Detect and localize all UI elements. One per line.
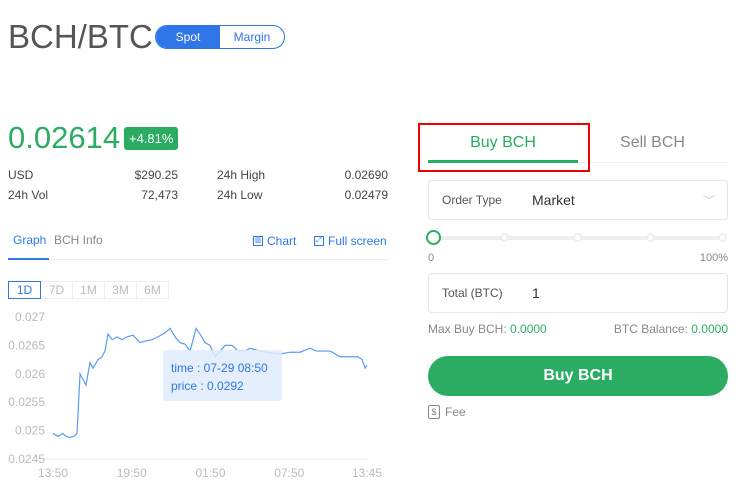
fee-link[interactable]: $ Fee — [428, 405, 466, 419]
order-type-value: Market — [532, 192, 575, 208]
btc-balance: BTC Balance: 0.0000 — [578, 322, 728, 336]
chart-label: Chart — [267, 234, 297, 248]
active-tab-indicator — [8, 258, 49, 260]
x-tick-label: 01:50 — [196, 466, 226, 480]
buy-button[interactable]: Buy BCH — [428, 356, 728, 396]
pair-title: BCH/BTC — [8, 18, 153, 55]
stat-label: 24h Vol — [8, 188, 49, 202]
stat-value: 0.02479 — [344, 188, 388, 202]
order-type-select[interactable]: Order Type Market ﹀ — [428, 180, 728, 220]
max-buy-value: 0.0000 — [510, 322, 547, 336]
range-6m[interactable]: 6M — [136, 281, 169, 299]
total-value: 1 — [532, 285, 540, 301]
slider-handle[interactable] — [426, 230, 441, 245]
range-1d[interactable]: 1D — [8, 281, 41, 299]
spot-button[interactable]: Spot — [156, 26, 220, 48]
fullscreen-icon: ⤢ — [314, 236, 324, 246]
y-tick-label: 0.0265 — [8, 338, 45, 352]
stat-label: 24h High — [217, 168, 266, 182]
highlight-box — [418, 123, 590, 172]
graph-tabs: Graph BCH Info ▥ Chart ⤢ Full screen — [8, 230, 388, 260]
chevron-down-icon: ﹀ — [702, 193, 715, 208]
x-tick-label: 07:50 — [274, 466, 304, 480]
x-tick-label: 13:45 — [352, 466, 382, 480]
last-price: 0.02614 — [8, 120, 121, 155]
x-tick-label: 13:50 — [38, 466, 68, 480]
y-tick-label: 0.0245 — [8, 452, 45, 466]
slider-max: 100% — [699, 252, 728, 264]
stat-value: 0.02690 — [344, 168, 388, 182]
fee-label: Fee — [445, 405, 466, 419]
slider-mark[interactable] — [500, 233, 509, 242]
x-tick-label: 19:50 — [117, 466, 147, 480]
total-input[interactable]: Total (BTC) 1 — [428, 273, 728, 313]
amount-slider[interactable] — [426, 230, 728, 245]
dollar-icon: $ — [428, 405, 440, 419]
stat-label: USD — [8, 168, 34, 182]
tab-sell[interactable]: Sell BCH — [580, 134, 725, 152]
tooltip-price: price : 0.0292 — [171, 379, 244, 393]
tooltip-time: time : 07-29 08:50 — [171, 361, 268, 375]
y-tick-label: 0.0255 — [8, 395, 45, 409]
range-selector: 1D 7D 1M 3M 6M — [8, 281, 169, 299]
y-tick-label: 0.025 — [15, 424, 45, 438]
y-tick-label: 0.027 — [15, 310, 45, 324]
slider-mark[interactable] — [646, 233, 655, 242]
change-badge: +4.81% — [124, 127, 179, 150]
range-7d[interactable]: 7D — [40, 281, 73, 299]
order-type-label: Order Type — [442, 193, 502, 207]
tab-graph[interactable]: Graph — [13, 233, 46, 247]
balance-label: BTC Balance: — [613, 322, 688, 336]
mode-toggle: Spot Margin — [155, 25, 285, 49]
slider-min: 0 — [428, 252, 435, 264]
stat-value: $290.25 — [134, 168, 178, 182]
y-tick-label: 0.026 — [15, 367, 45, 381]
tab-bch-info[interactable]: BCH Info — [54, 233, 103, 247]
range-1m[interactable]: 1M — [72, 281, 105, 299]
balance-value: 0.0000 — [691, 322, 728, 336]
slider-mark[interactable] — [718, 233, 727, 242]
chart-link[interactable]: ▥ Chart — [253, 234, 296, 248]
fullscreen-link[interactable]: ⤢ Full screen — [314, 234, 387, 248]
chart-tooltip: time : 07-29 08:50 price : 0.0292 — [163, 350, 282, 401]
slider-mark[interactable] — [573, 233, 582, 242]
fullscreen-label: Full screen — [328, 234, 387, 248]
chart-icon: ▥ — [253, 236, 263, 246]
stat-label: 24h Low — [217, 188, 263, 202]
stat-value: 72,473 — [141, 188, 178, 202]
margin-button[interactable]: Margin — [220, 26, 284, 48]
range-3m[interactable]: 3M — [104, 281, 137, 299]
max-buy-label: Max Buy BCH: — [428, 322, 507, 336]
max-buy: Max Buy BCH: 0.0000 — [428, 322, 547, 336]
total-label: Total (BTC) — [442, 286, 503, 300]
